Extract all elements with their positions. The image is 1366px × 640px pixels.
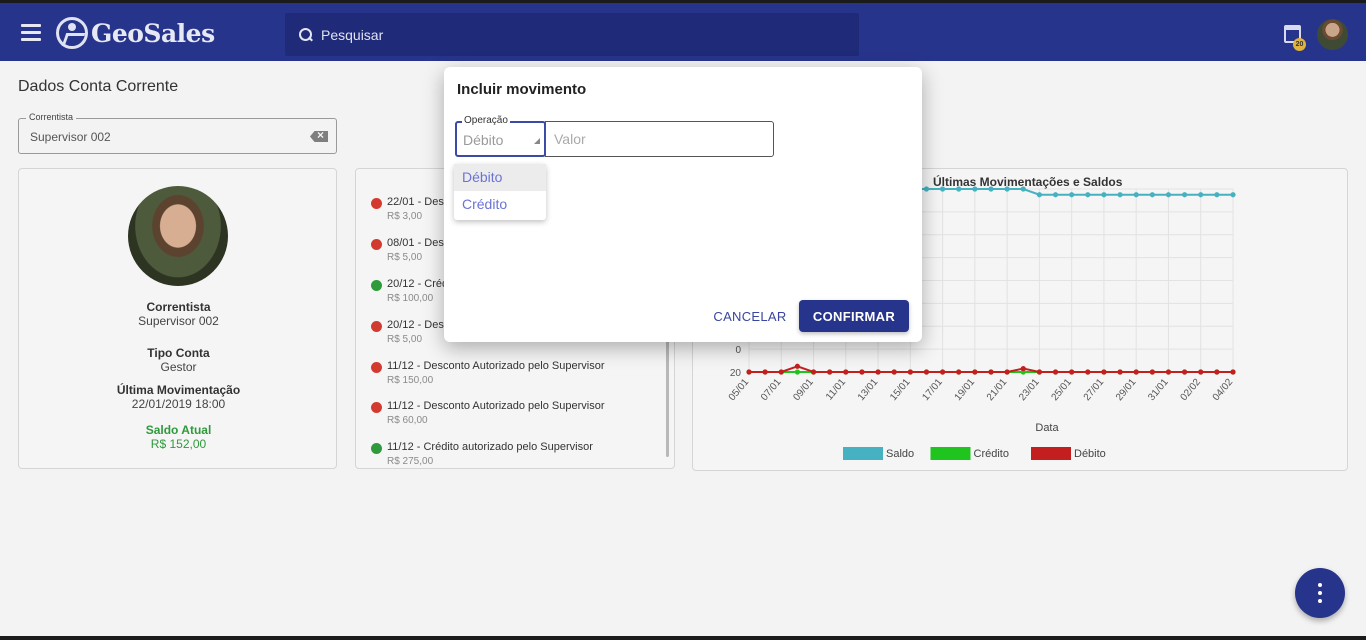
hamburger-menu-icon[interactable] bbox=[21, 24, 41, 41]
dot bbox=[1318, 591, 1322, 595]
dot bbox=[1318, 599, 1322, 603]
cancel-button[interactable]: CANCELAR bbox=[710, 300, 790, 332]
app-logo[interactable]: GeoSales bbox=[56, 15, 215, 51]
operacao-value: Débito bbox=[463, 132, 504, 148]
bottom-strip bbox=[0, 636, 1366, 640]
operacao-dropdown-menu: Débito Crédito bbox=[454, 164, 546, 220]
option-credito[interactable]: Crédito bbox=[454, 191, 546, 218]
incluir-movimento-dialog: Incluir movimento Operação Débito Débito… bbox=[444, 67, 922, 342]
user-avatar[interactable] bbox=[1317, 19, 1348, 50]
brand-name: GeoSales bbox=[91, 18, 215, 48]
operacao-select[interactable]: Operação Débito bbox=[455, 115, 546, 157]
search-icon bbox=[299, 27, 313, 42]
option-debito[interactable]: Débito bbox=[454, 164, 546, 191]
runner-logo-icon bbox=[56, 17, 88, 49]
valor-input[interactable] bbox=[546, 122, 773, 156]
confirm-button[interactable]: CONFIRMAR bbox=[799, 300, 909, 332]
valor-field[interactable] bbox=[545, 121, 774, 157]
search-bar[interactable] bbox=[285, 13, 859, 56]
more-actions-fab[interactable] bbox=[1295, 568, 1345, 618]
dialog-title: Incluir movimento bbox=[457, 81, 587, 98]
top-app-bar: GeoSales 20 bbox=[0, 0, 1366, 61]
search-input[interactable] bbox=[321, 26, 821, 43]
dropdown-arrow-icon bbox=[534, 138, 540, 144]
operacao-legend: Operação bbox=[462, 115, 510, 126]
calendar-badge: 20 bbox=[1293, 38, 1306, 51]
dot bbox=[1318, 583, 1322, 587]
